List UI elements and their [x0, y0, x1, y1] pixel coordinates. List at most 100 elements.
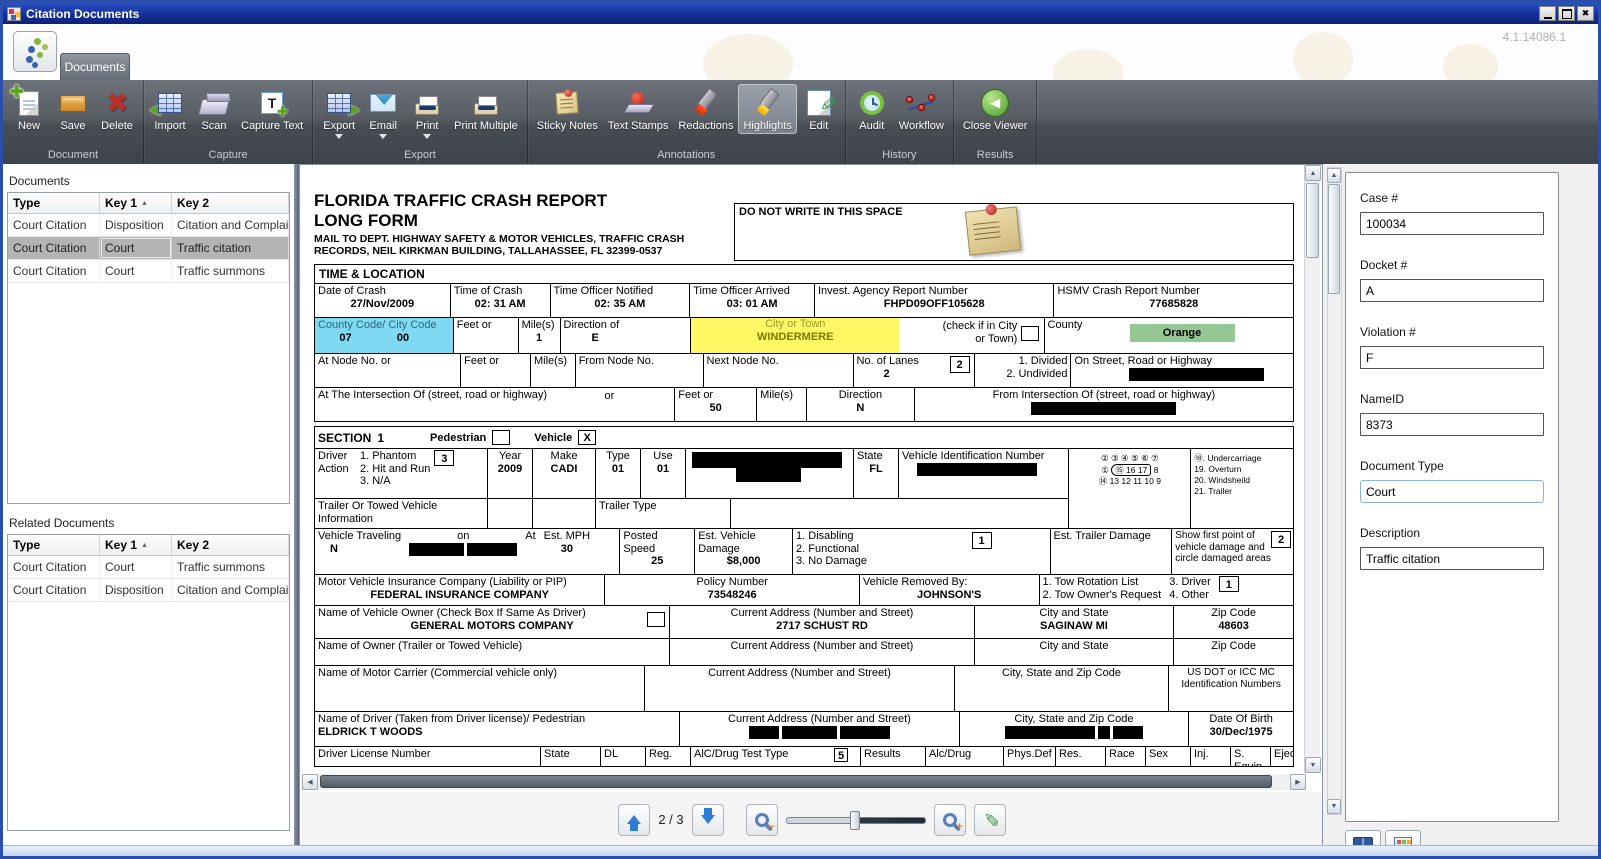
text-stamps-button[interactable]: Text Stamps [603, 84, 674, 134]
column-header-key2[interactable]: Key 2 [172, 535, 289, 555]
scroll-down-button[interactable]: ▼ [1305, 757, 1321, 773]
ribbon-group-annotations: Sticky Notes Text Stamps Redactions High… [528, 80, 846, 164]
column-header-key1[interactable]: Key 1 [100, 193, 172, 213]
main-area: Documents Type Key 1 Key 2 Court Citatio… [3, 164, 1598, 848]
capture-text-icon [255, 86, 289, 120]
new-button[interactable]: ✚New [7, 84, 51, 134]
minimize-button[interactable] [1539, 6, 1556, 21]
case-number-field[interactable] [1360, 212, 1544, 235]
print-button[interactable]: Print [405, 84, 449, 145]
table-row-selected[interactable]: Court Citation Court Traffic citation [8, 237, 289, 260]
scrollbar-thumb[interactable] [320, 775, 1272, 788]
audit-clock-icon [855, 86, 889, 120]
workflow-button[interactable]: Workflow [894, 84, 949, 134]
redaction-bar [1113, 726, 1143, 739]
page-navigation-bar: 2 / 3 − + [302, 792, 1322, 847]
audit-button[interactable]: Audit [850, 84, 894, 134]
workflow-icon [904, 86, 938, 120]
tab-documents[interactable]: Documents [60, 53, 130, 80]
import-icon [153, 86, 187, 120]
up-arrow-icon [627, 808, 641, 831]
edit-button[interactable]: Edit [797, 84, 841, 134]
docket-number-field[interactable] [1360, 279, 1544, 302]
viewer-horizontal-scrollbar[interactable]: ◀ ▶ [302, 774, 1306, 790]
export-button[interactable]: Export [317, 84, 361, 145]
scroll-up-button[interactable]: ▲ [1327, 168, 1341, 183]
violation-number-field[interactable] [1360, 346, 1544, 369]
import-button[interactable]: Import [148, 84, 192, 134]
case-number-label: Case # [1360, 191, 1544, 205]
tab-documents-label: Documents [65, 60, 126, 74]
column-header-key2[interactable]: Key 2 [172, 193, 289, 213]
details-scrollbar[interactable]: ▲ ▼ [1327, 167, 1342, 815]
application-menu-button[interactable] [13, 31, 57, 72]
zoom-out-button[interactable]: − [746, 804, 778, 836]
next-page-button[interactable] [692, 804, 724, 836]
sticky-note-annotation[interactable] [965, 206, 1021, 255]
documents-panel-title: Documents [9, 174, 288, 188]
status-bar [3, 845, 1598, 856]
sticky-notes-button[interactable]: Sticky Notes [532, 84, 603, 134]
nameid-field[interactable] [1360, 413, 1544, 436]
table-row[interactable]: Court Citation Disposition Citation and … [8, 214, 289, 237]
scrollbar-thumb[interactable] [1306, 183, 1319, 258]
zoom-in-button[interactable]: + [934, 804, 966, 836]
documents-table-header: Type Key 1 Key 2 [8, 193, 289, 214]
close-viewer-button[interactable]: Close Viewer [958, 84, 1033, 134]
city-town-checkbox [1021, 326, 1039, 341]
ribbon-group-document: ✚New Save Delete Document [3, 80, 144, 164]
scroll-right-button[interactable]: ▶ [1290, 774, 1306, 790]
scrollbar-thumb[interactable] [1328, 184, 1340, 294]
annotate-edit-button[interactable] [974, 804, 1006, 836]
version-label: 4.1.14086.1 [1503, 30, 1566, 44]
redactions-button[interactable]: Redactions [673, 84, 738, 134]
zoom-slider-thumb[interactable] [850, 811, 860, 830]
window-title: Citation Documents [26, 7, 1539, 21]
print-multiple-button[interactable]: Print Multiple [449, 84, 523, 134]
scan-button[interactable]: Scan [192, 84, 236, 134]
save-button[interactable]: Save [51, 84, 95, 134]
delete-button[interactable]: Delete [95, 84, 139, 134]
highlighter-icon [751, 86, 785, 120]
document-type-field[interactable] [1360, 480, 1544, 503]
related-documents-table: Type Key 1 Key 2 Court Citation Court Tr… [7, 534, 290, 831]
previous-page-button[interactable] [618, 804, 650, 836]
page-indicator: 2 / 3 [658, 812, 683, 827]
zoom-in-icon [943, 813, 957, 827]
column-header-type[interactable]: Type [8, 535, 100, 555]
zoom-slider[interactable] [786, 809, 926, 831]
highlight-county-city-code[interactable]: County Code/ City Code 0700 [315, 318, 453, 353]
redaction-bar [840, 726, 890, 739]
scroll-up-button[interactable]: ▲ [1305, 165, 1321, 181]
same-as-driver-checkbox [647, 612, 665, 627]
table-row[interactable]: Court Citation Court Traffic summons [8, 556, 289, 579]
zoom-out-icon [755, 813, 769, 827]
export-icon [322, 86, 356, 120]
ribbon-group-results: Close Viewer Results [954, 80, 1038, 164]
scroll-down-button[interactable]: ▼ [1327, 799, 1341, 814]
stamp-icon [621, 86, 655, 120]
close-button[interactable] [1577, 6, 1594, 21]
related-panel-title: Related Documents [9, 516, 288, 530]
redaction-bar [917, 463, 1037, 476]
highlight-city-town[interactable]: City or TownWINDERMERE [691, 318, 899, 353]
email-button[interactable]: Email [361, 84, 405, 145]
highlights-button[interactable]: Highlights [738, 84, 796, 134]
vehicle-checkbox: X [578, 430, 596, 445]
group-label-capture: Capture [144, 147, 312, 164]
group-label-results: Results [954, 147, 1037, 164]
table-row[interactable]: Court Citation Court Traffic summons [8, 260, 289, 283]
group-label-annotations: Annotations [528, 147, 845, 164]
table-row[interactable]: Court Citation Disposition Citation and … [8, 579, 289, 602]
restore-button[interactable] [1558, 6, 1575, 21]
redaction-marker-icon [689, 86, 723, 120]
highlight-county[interactable]: Orange [1130, 324, 1235, 342]
column-header-type[interactable]: Type [8, 193, 100, 213]
capture-text-button[interactable]: Capture Text [236, 84, 308, 134]
scroll-left-button[interactable]: ◀ [302, 774, 318, 790]
description-field[interactable] [1360, 547, 1544, 570]
dropdown-arrow-icon [335, 134, 343, 143]
viewer-vertical-scrollbar[interactable]: ▲ ▼ [1304, 165, 1320, 773]
column-header-key1[interactable]: Key 1 [100, 535, 172, 555]
redaction-bar [1031, 402, 1176, 415]
